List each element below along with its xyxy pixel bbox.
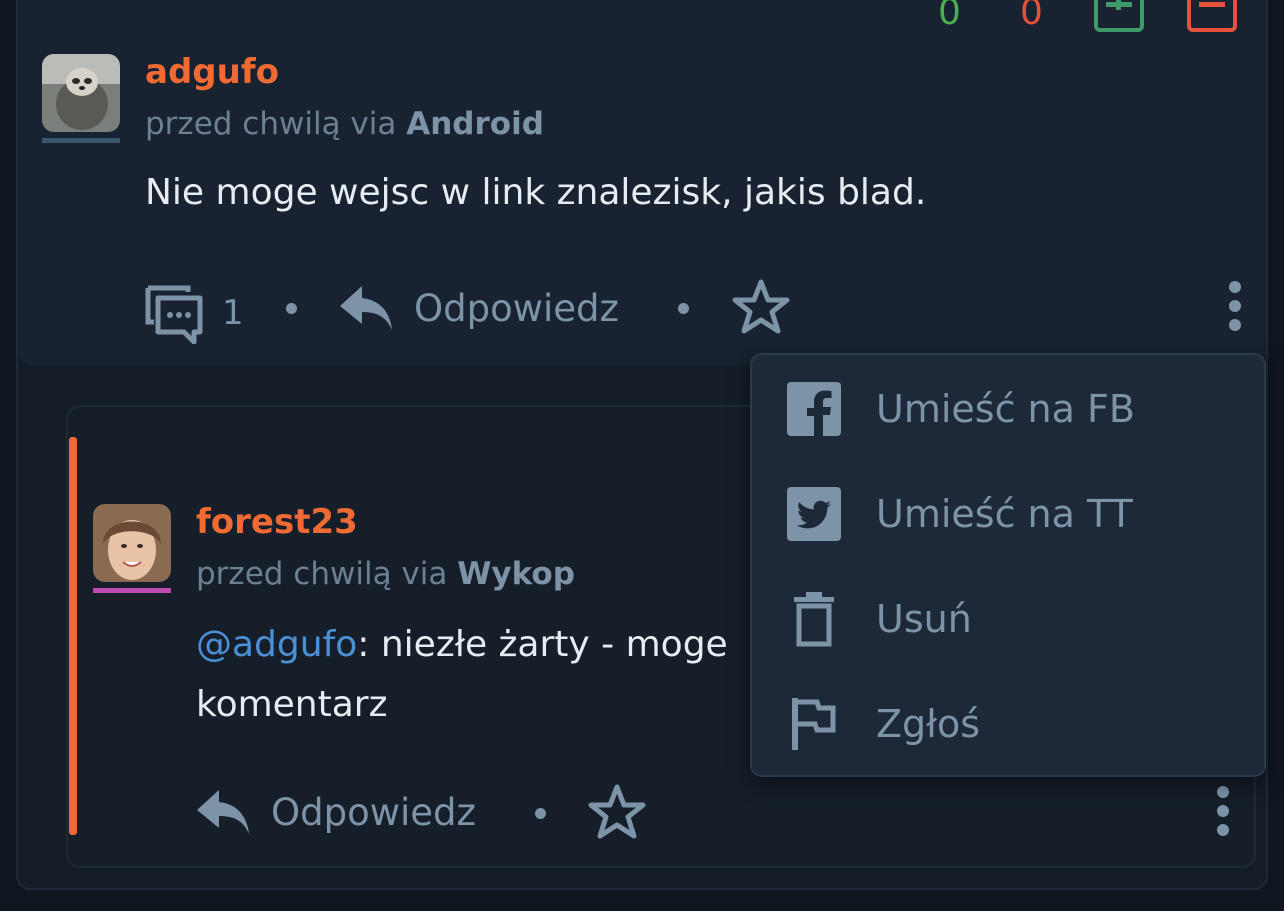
avatar-status-bar bbox=[42, 138, 120, 143]
comment-text: Nie moge wejsc w link znalezisk, jakis b… bbox=[145, 172, 927, 213]
reply-text-part: : niezłe żarty - moge bbox=[357, 624, 728, 665]
reply-source[interactable]: Wykop bbox=[457, 556, 575, 592]
separator-dot bbox=[286, 303, 297, 314]
avatar-status-bar bbox=[93, 588, 171, 593]
comment-source[interactable]: Android bbox=[406, 106, 544, 142]
reply-label: Odpowiedz bbox=[271, 790, 476, 834]
menu-item-label: Umieść na FB bbox=[876, 387, 1135, 431]
menu-item-delete[interactable]: Usuń bbox=[786, 589, 972, 649]
reply-label: Odpowiedz bbox=[414, 286, 619, 330]
menu-item-share-fb[interactable]: Umieść na FB bbox=[786, 379, 1135, 439]
star-icon[interactable] bbox=[587, 783, 647, 841]
menu-item-share-tt[interactable]: Umieść na TT bbox=[786, 484, 1133, 544]
separator-dot bbox=[678, 303, 689, 314]
replies-button[interactable]: 1 bbox=[144, 282, 244, 344]
reply-time: przed chwilą via bbox=[196, 556, 458, 592]
replies-count: 1 bbox=[222, 293, 244, 333]
star-icon[interactable] bbox=[731, 278, 791, 336]
menu-item-label: Usuń bbox=[876, 597, 972, 641]
menu-item-label: Zgłoś bbox=[876, 702, 980, 746]
vote-plus-button[interactable] bbox=[1094, 0, 1144, 32]
menu-item-report[interactable]: Zgłoś bbox=[786, 694, 980, 754]
reply-username[interactable]: forest23 bbox=[196, 502, 358, 542]
options-menu: Umieść na FB Umieść na TT Usuń Zgłoś bbox=[750, 353, 1266, 777]
trash-icon bbox=[786, 591, 842, 647]
reply-button[interactable]: Odpowiedz bbox=[338, 284, 619, 332]
flag-icon bbox=[786, 696, 842, 752]
reply-text: @adgufo: niezłe żarty - moge bbox=[196, 624, 728, 665]
comment-username[interactable]: adgufo bbox=[145, 52, 279, 92]
more-options-icon[interactable] bbox=[1217, 786, 1231, 843]
avatar[interactable] bbox=[42, 54, 120, 132]
reply-icon bbox=[197, 790, 249, 834]
facebook-icon bbox=[786, 381, 842, 437]
menu-item-label: Umieść na TT bbox=[876, 492, 1133, 536]
vote-up-count: 0 bbox=[938, 0, 961, 33]
comments-icon bbox=[145, 285, 203, 344]
comment-time: przed chwilą via bbox=[145, 106, 407, 142]
comment-meta: przed chwilą via Android bbox=[145, 106, 544, 142]
vote-minus-button[interactable] bbox=[1187, 0, 1237, 32]
reply-text-line2: komentarz bbox=[196, 684, 388, 725]
twitter-icon bbox=[786, 486, 842, 542]
reply-icon bbox=[340, 286, 392, 330]
reply-button[interactable]: Odpowiedz bbox=[195, 788, 476, 836]
mention-link[interactable]: @adgufo bbox=[196, 624, 357, 665]
reply-meta: przed chwilą via Wykop bbox=[196, 556, 575, 592]
reply-accent-bar bbox=[69, 437, 77, 835]
separator-dot bbox=[535, 808, 546, 819]
more-options-icon[interactable] bbox=[1229, 281, 1243, 338]
vote-down-count: 0 bbox=[1020, 0, 1043, 33]
avatar[interactable] bbox=[93, 504, 171, 582]
